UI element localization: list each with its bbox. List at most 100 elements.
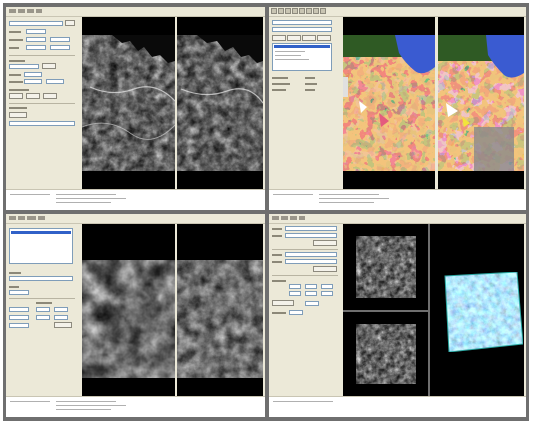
param-field[interactable] xyxy=(9,307,29,312)
menu-item-help[interactable] xyxy=(299,216,305,220)
dropdown[interactable] xyxy=(285,252,337,257)
param-field[interactable] xyxy=(289,284,301,289)
param-field[interactable] xyxy=(289,291,301,296)
window-top-left xyxy=(6,7,265,210)
param-field[interactable] xyxy=(36,315,50,320)
list-item[interactable] xyxy=(275,55,301,56)
menu-item-edit[interactable] xyxy=(18,9,25,13)
dropdown[interactable] xyxy=(285,259,337,264)
load-button[interactable] xyxy=(313,240,337,246)
view-divider xyxy=(343,310,428,312)
option-button[interactable] xyxy=(9,93,23,99)
figure-frame xyxy=(3,3,529,421)
option-button[interactable] xyxy=(43,93,57,99)
param-field[interactable] xyxy=(26,37,46,42)
toolbar-button[interactable] xyxy=(313,8,319,14)
param-field[interactable] xyxy=(9,64,39,69)
match-button[interactable] xyxy=(313,266,337,272)
log-line xyxy=(56,405,126,406)
menu-item-file[interactable] xyxy=(272,216,279,220)
dropdown[interactable] xyxy=(272,27,332,32)
process-button[interactable] xyxy=(54,322,72,328)
file-list[interactable] xyxy=(9,228,73,264)
tab-3[interactable] xyxy=(302,35,316,41)
toolbar-button[interactable] xyxy=(271,8,277,14)
tab-4[interactable] xyxy=(317,35,331,41)
browse-button[interactable] xyxy=(65,20,75,26)
label xyxy=(272,83,290,85)
menu-item-view[interactable] xyxy=(27,216,36,220)
param-field[interactable] xyxy=(9,290,29,295)
param-field[interactable] xyxy=(305,291,317,296)
selected-list-item[interactable] xyxy=(11,231,71,234)
param-field[interactable] xyxy=(305,284,317,289)
option-button[interactable] xyxy=(26,93,40,99)
hillshade-image xyxy=(82,260,175,378)
stereo-view-right[interactable] xyxy=(177,17,263,189)
label xyxy=(272,228,282,230)
toolbar-button[interactable] xyxy=(299,8,305,14)
stereo-view-left[interactable] xyxy=(82,17,175,189)
classified-color-image xyxy=(343,35,435,171)
menu-item-view[interactable] xyxy=(290,216,297,220)
param-field[interactable] xyxy=(24,72,42,77)
hillshade-view-left[interactable] xyxy=(82,224,175,396)
dropdown[interactable] xyxy=(285,226,337,231)
param-field[interactable] xyxy=(9,276,73,281)
run-button[interactable] xyxy=(9,112,27,118)
separator xyxy=(9,103,75,104)
list-item[interactable] xyxy=(275,59,309,60)
toolbar-button[interactable] xyxy=(285,8,291,14)
param-field[interactable] xyxy=(50,37,70,42)
tab-2[interactable] xyxy=(287,35,301,41)
status-field xyxy=(9,121,75,126)
dropdown[interactable] xyxy=(285,233,337,238)
param-field[interactable] xyxy=(9,315,29,320)
param-field[interactable] xyxy=(50,45,70,50)
param-field[interactable] xyxy=(24,79,42,84)
log-line xyxy=(273,401,333,402)
registered-color-image xyxy=(444,272,523,352)
menu-item-edit[interactable] xyxy=(281,216,288,220)
param-field[interactable] xyxy=(54,307,68,312)
menu-item-help[interactable] xyxy=(38,216,45,220)
apply-button[interactable] xyxy=(42,63,56,69)
toolbar-button[interactable] xyxy=(278,8,284,14)
menu-item-file[interactable] xyxy=(9,9,16,13)
file-field[interactable] xyxy=(9,21,63,26)
menu-item-view[interactable] xyxy=(27,9,34,13)
param-field[interactable] xyxy=(289,310,303,315)
grayscale-terrain-image xyxy=(177,35,263,171)
param-field[interactable] xyxy=(321,291,333,296)
toolbar-button[interactable] xyxy=(306,8,312,14)
param-field[interactable] xyxy=(26,45,46,50)
param-field[interactable] xyxy=(36,307,50,312)
label xyxy=(9,47,19,49)
list-item[interactable] xyxy=(275,51,305,52)
log-panel xyxy=(269,189,526,210)
classified-view-left[interactable] xyxy=(343,17,435,189)
param-field[interactable] xyxy=(321,284,333,289)
label xyxy=(9,81,23,83)
label xyxy=(272,254,282,256)
image-chip-top xyxy=(356,236,416,298)
menu-item-help[interactable] xyxy=(36,9,42,13)
toolbar-button[interactable] xyxy=(320,8,326,14)
toolbar-button[interactable] xyxy=(292,8,298,14)
param-field[interactable] xyxy=(54,315,68,320)
selected-list-item[interactable] xyxy=(274,45,330,48)
execute-button[interactable] xyxy=(272,300,294,306)
menu-item-edit[interactable] xyxy=(18,216,25,220)
tab-1[interactable] xyxy=(272,35,286,41)
param-field[interactable] xyxy=(46,79,64,84)
dropdown[interactable] xyxy=(272,20,332,25)
param-field[interactable] xyxy=(26,29,46,34)
class-list[interactable] xyxy=(272,43,332,71)
hillshade-view-right[interactable] xyxy=(177,224,263,396)
matching-view[interactable] xyxy=(343,224,524,396)
menu-item-file[interactable] xyxy=(9,216,16,220)
param-field[interactable] xyxy=(9,323,29,328)
label xyxy=(9,89,29,91)
classified-view-right[interactable] xyxy=(438,17,524,189)
param-field[interactable] xyxy=(305,301,319,306)
